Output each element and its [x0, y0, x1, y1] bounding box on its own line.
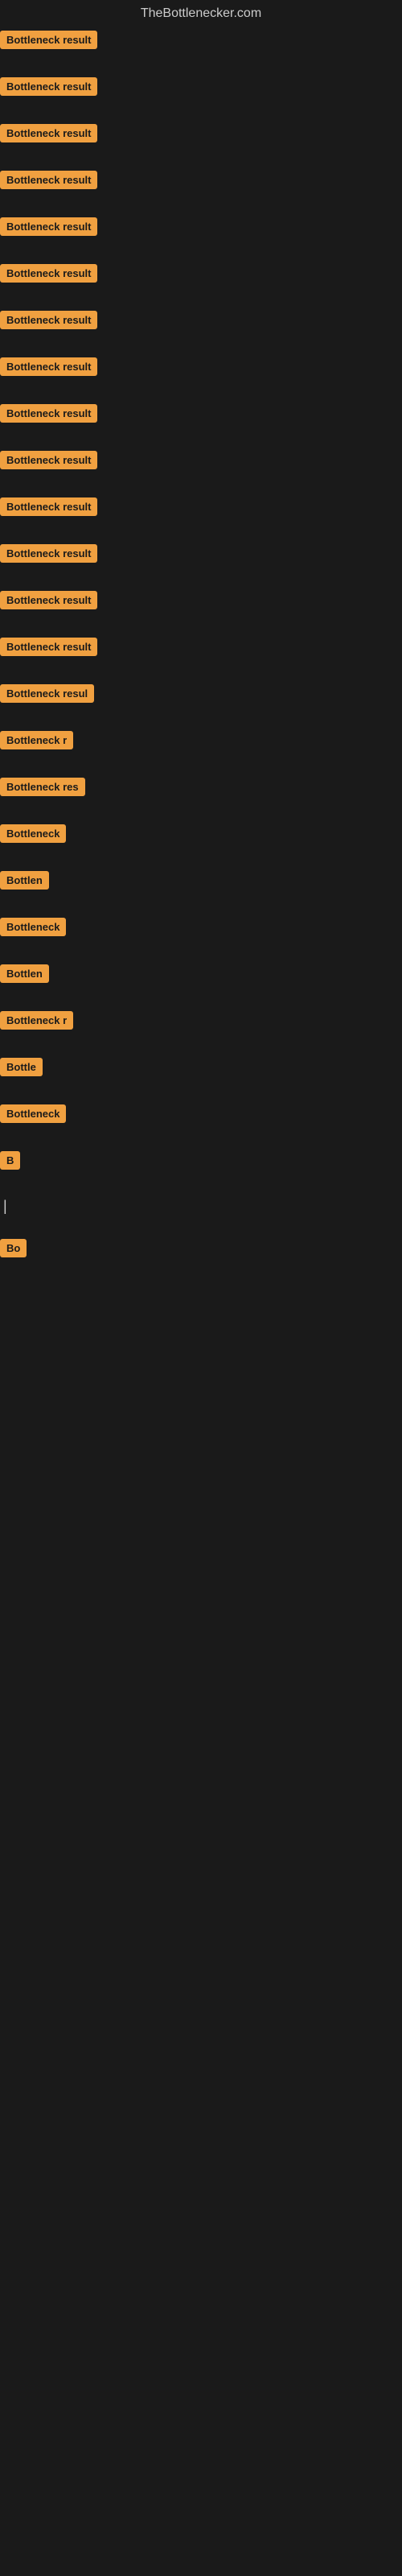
result-badge-13[interactable]: Bottleneck result [0, 591, 97, 609]
result-badge-2[interactable]: Bottleneck result [0, 77, 97, 96]
result-row-8: Bottleneck result [0, 357, 402, 380]
result-badge-4[interactable]: Bottleneck result [0, 171, 97, 189]
result-badge-10[interactable]: Bottleneck result [0, 451, 97, 469]
result-row-17: Bottleneck res [0, 778, 402, 800]
result-badge-11[interactable]: Bottleneck result [0, 497, 97, 516]
result-badge-1[interactable]: Bottleneck result [0, 31, 97, 49]
result-row-21: Bottlen [0, 964, 402, 987]
result-row-20: Bottleneck [0, 918, 402, 940]
result-badge-23[interactable]: Bottle [0, 1058, 43, 1076]
result-row-19: Bottlen [0, 871, 402, 894]
result-row-5: Bottleneck result [0, 217, 402, 240]
result-badge-25[interactable]: B [0, 1151, 20, 1170]
result-row-30: Bo [0, 1239, 402, 1261]
result-row-1: Bottleneck result [0, 31, 402, 53]
result-badge-20[interactable]: Bottleneck [0, 918, 66, 936]
result-badge-17[interactable]: Bottleneck res [0, 778, 85, 796]
result-row-12: Bottleneck result [0, 544, 402, 567]
result-row-10: Bottleneck result [0, 451, 402, 473]
result-badge-16[interactable]: Bottleneck r [0, 731, 73, 749]
result-row-6: Bottleneck result [0, 264, 402, 287]
result-badge-21[interactable]: Bottlen [0, 964, 49, 983]
result-badge-14[interactable]: Bottleneck result [0, 638, 97, 656]
result-cursor-26: | [0, 1198, 402, 1215]
result-badge-12[interactable]: Bottleneck result [0, 544, 97, 563]
site-title: TheBottlenecker.com [0, 0, 402, 31]
result-badge-18[interactable]: Bottleneck [0, 824, 66, 843]
result-badge-22[interactable]: Bottleneck r [0, 1011, 73, 1030]
result-row-7: Bottleneck result [0, 311, 402, 333]
result-row-2: Bottleneck result [0, 77, 402, 100]
result-row-14: Bottleneck result [0, 638, 402, 660]
result-row-16: Bottleneck r [0, 731, 402, 753]
result-badge-6[interactable]: Bottleneck result [0, 264, 97, 283]
result-row-18: Bottleneck [0, 824, 402, 847]
result-row-9: Bottleneck result [0, 404, 402, 427]
results-container: Bottleneck result Bottleneck result Bottle… [0, 31, 402, 1261]
result-badge-3[interactable]: Bottleneck result [0, 124, 97, 142]
result-badge-30[interactable]: Bo [0, 1239, 27, 1257]
result-row-15: Bottleneck resul [0, 684, 402, 707]
result-row-13: Bottleneck result [0, 591, 402, 613]
result-badge-19[interactable]: Bottlen [0, 871, 49, 890]
result-badge-5[interactable]: Bottleneck result [0, 217, 97, 236]
site-title-container: TheBottlenecker.com [0, 0, 402, 31]
result-row-4: Bottleneck result [0, 171, 402, 193]
result-row-26: | [0, 1198, 402, 1215]
result-row-24: Bottleneck [0, 1104, 402, 1127]
result-badge-8[interactable]: Bottleneck result [0, 357, 97, 376]
result-badge-9[interactable]: Bottleneck result [0, 404, 97, 423]
result-badge-24[interactable]: Bottleneck [0, 1104, 66, 1123]
result-badge-7[interactable]: Bottleneck result [0, 311, 97, 329]
result-row-25: B [0, 1151, 402, 1174]
result-badge-15[interactable]: Bottleneck resul [0, 684, 94, 703]
result-row-3: Bottleneck result [0, 124, 402, 147]
result-row-23: Bottle [0, 1058, 402, 1080]
result-row-22: Bottleneck r [0, 1011, 402, 1034]
result-row-11: Bottleneck result [0, 497, 402, 520]
